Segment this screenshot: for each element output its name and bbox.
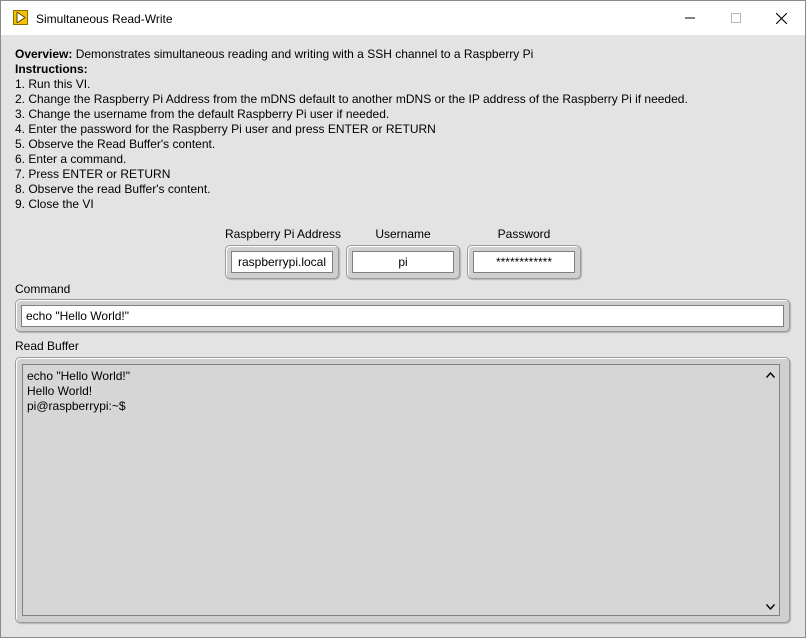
close-button[interactable] — [758, 1, 804, 35]
maximize-icon — [731, 13, 741, 23]
address-control: raspberrypi.local — [225, 245, 339, 279]
instruction-step: 4. Enter the password for the Raspberry … — [15, 122, 436, 136]
command-input[interactable]: echo "Hello World!" — [21, 305, 784, 327]
read-buffer-control: echo "Hello World!" Hello World! pi@raspbe… — [15, 357, 790, 623]
read-buffer-scrollbar[interactable] — [762, 365, 779, 615]
instruction-step: 6. Enter a command. — [15, 152, 127, 166]
password-input[interactable]: ************ — [473, 251, 575, 273]
maximize-button[interactable] — [713, 1, 759, 35]
address-label: Raspberry Pi Address — [225, 227, 342, 241]
close-icon — [775, 12, 787, 24]
read-buffer-label: Read Buffer — [15, 339, 79, 353]
command-control: echo "Hello World!" — [15, 299, 790, 332]
buffer-line: Hello World! — [27, 384, 93, 398]
instruction-step: 8. Observe the read Buffer's content. — [15, 182, 211, 196]
instructions-label: Instructions: — [15, 62, 88, 76]
username-control: pi — [346, 245, 460, 279]
overview-label: Overview: — [15, 47, 73, 61]
instruction-step: 2. Change the Raspberry Pi Address from … — [15, 92, 688, 106]
window-title: Simultaneous Read-Write — [36, 12, 173, 26]
title-bar[interactable]: Simultaneous Read-Write — [1, 1, 805, 35]
instruction-step: 7. Press ENTER or RETURN — [15, 167, 171, 181]
vi-window: Simultaneous Read-Write Overview: Demons… — [0, 0, 806, 638]
username-input[interactable]: pi — [352, 251, 454, 273]
username-label: Username — [375, 227, 431, 241]
read-buffer-text: echo "Hello World!" Hello World! pi@raspbe… — [27, 369, 130, 414]
password-label: Password — [497, 227, 551, 241]
instruction-step: 9. Close the VI — [15, 197, 94, 211]
minimize-icon — [685, 17, 695, 19]
command-label: Command — [15, 282, 71, 296]
front-panel: Overview: Demonstrates simultaneous read… — [1, 35, 805, 637]
buffer-line: pi@raspberrypi:~$ — [27, 399, 126, 413]
minimize-button[interactable] — [667, 1, 713, 35]
overview-line: Overview: Demonstrates simultaneous read… — [15, 47, 533, 62]
instruction-step: 1. Run this VI. — [15, 77, 91, 91]
password-control: ************ — [467, 245, 581, 279]
instruction-step: 3. Change the username from the default … — [15, 107, 390, 121]
labview-run-arrow-icon — [13, 10, 28, 25]
address-input[interactable]: raspberrypi.local — [231, 251, 333, 273]
instruction-step: 5. Observe the Read Buffer's content. — [15, 137, 216, 151]
read-buffer-display[interactable]: echo "Hello World!" Hello World! pi@raspbe… — [22, 364, 780, 616]
buffer-line: echo "Hello World!" — [27, 369, 131, 383]
chevron-down-icon[interactable] — [766, 604, 775, 610]
overview-text: Demonstrates simultaneous reading and wr… — [72, 47, 534, 61]
chevron-up-icon[interactable] — [766, 372, 775, 378]
